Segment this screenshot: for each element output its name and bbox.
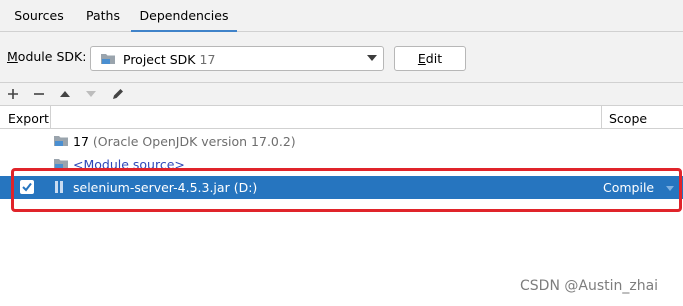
arrow-up-icon[interactable] [55,85,75,103]
sdk-folder-icon [100,52,116,69]
module-sdk-label: Module SDK: [7,49,87,64]
watermark: CSDN @Austin_zhai [520,278,659,294]
tab-bar: Sources Paths Dependencies [0,0,683,33]
module-sdk-dropdown[interactable]: Project SDK 17 [90,46,384,71]
scope-column-header[interactable]: Scope [609,111,647,126]
dependencies-toolbar [0,82,683,105]
jar-name: selenium-server-4.5.3.jar [73,180,230,195]
table-row[interactable]: <Module source> [0,153,683,176]
edit-button[interactable]: Edit [394,46,466,71]
tab-dependencies[interactable]: Dependencies [131,0,237,33]
scope-value[interactable]: Compile [603,180,654,195]
arrow-down-icon[interactable] [81,85,101,103]
table-header: Export Scope [0,105,683,129]
table-row-selected[interactable]: selenium-server-4.5.3.jar (D:) Compile [0,176,683,199]
export-checkbox[interactable] [20,180,34,194]
chevron-down-icon[interactable] [666,186,674,191]
jdk-folder-icon [53,134,69,151]
jar-library-icon [54,180,66,197]
minus-icon[interactable] [29,85,49,103]
chevron-down-icon [367,55,377,61]
tab-paths[interactable]: Paths [76,0,130,32]
pencil-icon[interactable] [108,85,128,103]
plus-icon[interactable] [3,85,23,103]
column-divider[interactable] [50,106,51,129]
module-folder-icon [53,157,69,174]
module-source-link[interactable]: <Module source> [73,157,185,172]
export-column-header[interactable]: Export [8,111,49,126]
sdk-version: 17 [199,52,216,67]
jar-detail: (D:) [233,180,258,195]
jdk-name: 17 [73,134,89,149]
column-divider[interactable] [601,106,602,129]
tab-sources[interactable]: Sources [8,0,70,32]
sdk-name: Project SDK [123,52,196,67]
table-row[interactable]: 17 (Oracle OpenJDK version 17.0.2) [0,130,683,153]
module-sdk-row: Module SDK: Project SDK 17 Edit [0,32,683,82]
jdk-detail: (Oracle OpenJDK version 17.0.2) [92,134,296,149]
